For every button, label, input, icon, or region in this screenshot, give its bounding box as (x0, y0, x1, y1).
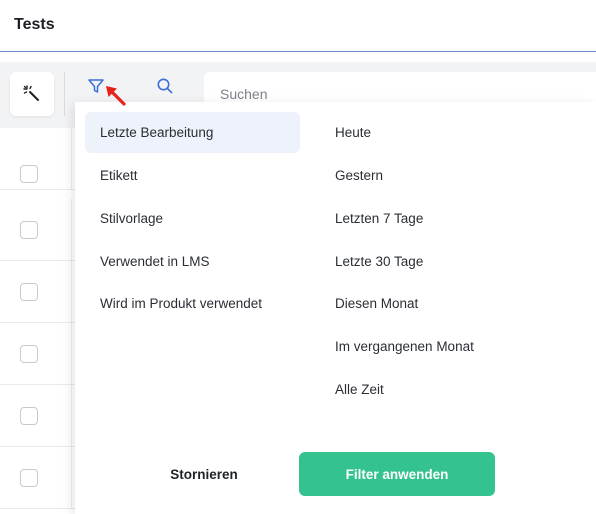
filter-option-last-30-days[interactable]: Letzte 30 Tage (335, 249, 423, 273)
filter-category-used-in-lms[interactable]: Verwendet in LMS (85, 241, 300, 282)
column-divider (71, 199, 72, 260)
filter-icon (88, 79, 104, 93)
filter-option-yesterday[interactable]: Gestern (335, 163, 383, 187)
row-checkbox[interactable] (20, 407, 38, 425)
page-title: Tests (14, 16, 55, 33)
test-table (0, 128, 76, 514)
table-row[interactable] (0, 323, 76, 385)
row-checkbox[interactable] (20, 221, 38, 239)
cancel-button[interactable]: Stornieren (144, 452, 264, 496)
header-divider (0, 51, 596, 52)
filter-category-style[interactable]: Stilvorlage (85, 198, 300, 239)
filter-option-last-month[interactable]: Im vergangenen Monat (335, 334, 474, 358)
filter-option-all-time[interactable]: Alle Zeit (335, 377, 384, 401)
search-icon (157, 78, 173, 94)
filter-category-used-in-product[interactable]: Wird im Produkt verwendet (85, 283, 300, 324)
filter-option-today[interactable]: Heute (335, 120, 371, 144)
table-row[interactable] (0, 447, 76, 509)
filter-category-label[interactable]: Etikett (85, 155, 300, 196)
magic-wand-button[interactable] (10, 72, 54, 116)
page-header: Tests (0, 0, 596, 52)
magic-wand-icon (23, 85, 39, 101)
column-divider (71, 261, 72, 322)
toolbar-divider (64, 72, 65, 116)
table-row[interactable] (0, 385, 76, 447)
filter-option-this-month[interactable]: Diesen Monat (335, 291, 418, 315)
column-divider (71, 128, 72, 189)
column-divider (71, 323, 72, 384)
filter-dropdown: Letzte Bearbeitung Etikett Stilvorlage V… (75, 102, 596, 514)
table-header-row (0, 128, 76, 190)
table-row[interactable] (0, 199, 76, 261)
row-checkbox[interactable] (20, 283, 38, 301)
search-button[interactable] (151, 72, 179, 100)
row-checkbox[interactable] (20, 469, 38, 487)
row-checkbox[interactable] (20, 345, 38, 363)
filter-category-last-edited[interactable]: Letzte Bearbeitung (85, 112, 300, 153)
table-row[interactable] (0, 261, 76, 323)
pointer-arrow-icon (106, 86, 126, 106)
select-all-checkbox[interactable] (20, 165, 38, 183)
column-divider (71, 447, 72, 508)
apply-filter-button[interactable]: Filter anwenden (299, 452, 495, 496)
filter-option-last-7-days[interactable]: Letzten 7 Tage (335, 206, 423, 230)
column-divider (71, 385, 72, 446)
